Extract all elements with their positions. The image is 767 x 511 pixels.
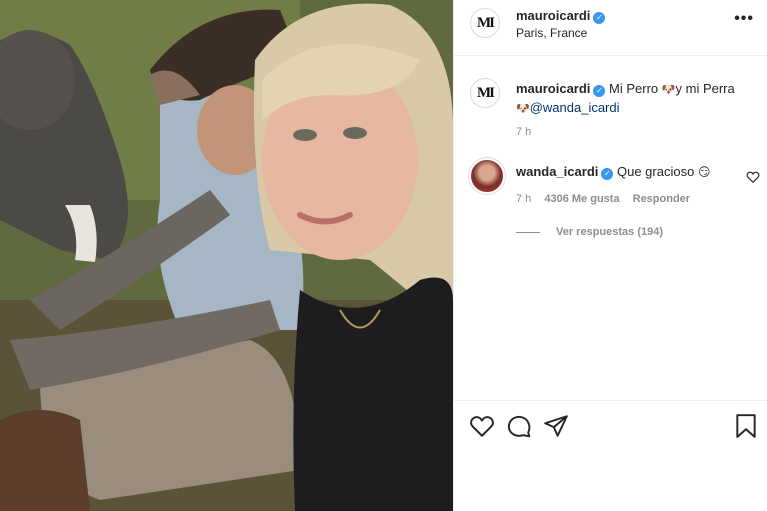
author-avatar[interactable]: MI (470, 8, 500, 38)
post-header: MI mauroicardi ✓ Paris, France ••• (454, 0, 767, 56)
photo-illustration (0, 0, 453, 511)
caption-timestamp[interactable]: 7 h (516, 126, 531, 138)
comment-text: wanda_icardi ✓ Que gracioso 😏 (516, 164, 710, 180)
caption-verified-badge-icon: ✓ (593, 85, 606, 97)
reply-button[interactable]: Responder (633, 193, 690, 205)
post-sidebar: MI mauroicardi ✓ Paris, France ••• MI mau… (453, 0, 767, 511)
post-actions-bar (454, 400, 767, 450)
avatar-logo-text: MI (477, 14, 495, 31)
post-location[interactable]: Paris, France (516, 26, 587, 40)
commenter-username[interactable]: wanda_icardi (516, 164, 598, 179)
caption-avatar-logo-text: MI (477, 84, 495, 101)
commenter-avatar[interactable] (469, 158, 505, 194)
commenter-verified-badge-icon: ✓ (601, 168, 614, 180)
share-icon[interactable] (543, 413, 569, 439)
heart-icon[interactable] (469, 413, 495, 439)
view-replies-label[interactable]: Ver respuestas (194) (556, 226, 663, 238)
comment-body: Que gracioso (617, 164, 695, 179)
caption-text: mauroicardi ✓ Mi Perro 🐶y mi Perra 🐶@wand… (516, 80, 752, 118)
bookmark-icon[interactable] (734, 413, 758, 439)
author-username-text[interactable]: mauroicardi (516, 8, 590, 23)
smirk-face-icon: 😏 (697, 165, 711, 179)
more-options-icon[interactable]: ••• (734, 10, 754, 28)
dog-face-icon: 🐶 (661, 84, 676, 96)
author-username[interactable]: mauroicardi ✓ (516, 8, 606, 24)
comment-like-heart-icon[interactable] (746, 170, 760, 184)
caption-text-middle: y mi Perra (675, 81, 735, 96)
view-replies-button[interactable]: Ver respuestas (194) (516, 226, 663, 238)
verified-badge-icon: ✓ (593, 12, 606, 24)
comment-icon[interactable] (506, 413, 532, 439)
instagram-post: MI mauroicardi ✓ Paris, France ••• MI mau… (0, 0, 767, 511)
comment-timestamp[interactable]: 7 h (516, 193, 531, 205)
replies-divider-line (516, 231, 540, 233)
caption-text-before: Mi Perro (609, 81, 659, 96)
post-photo[interactable] (0, 0, 453, 511)
caption-author-avatar[interactable]: MI (470, 78, 500, 108)
comment-meta: 7 h 4306 Me gusta Responder (516, 193, 700, 205)
dog-face-icon: 🐶 (516, 103, 530, 115)
caption-username[interactable]: mauroicardi (516, 81, 590, 96)
comment-likes-count[interactable]: 4306 Me gusta (544, 193, 619, 205)
caption-mention-link[interactable]: @wanda_icardi (530, 100, 620, 115)
